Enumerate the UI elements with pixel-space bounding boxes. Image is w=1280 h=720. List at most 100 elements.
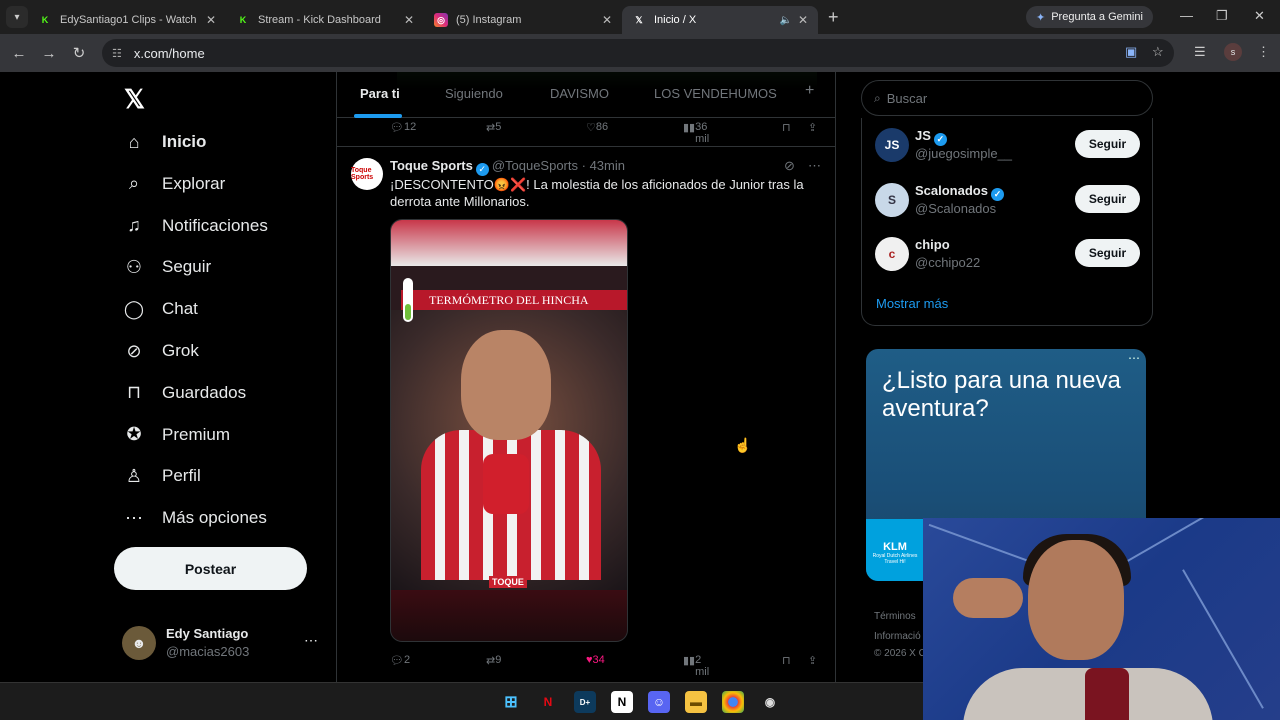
reply-button[interactable]: 💬︎ 2 <box>390 654 410 667</box>
like-button[interactable]: ♡ 86 <box>586 121 608 134</box>
forward-icon[interactable]: → <box>34 45 64 62</box>
follow-button[interactable]: Seguir <box>1075 185 1140 213</box>
repost-button[interactable]: ⇄ 9 <box>486 654 501 667</box>
reply-button[interactable]: 💬︎ 12 <box>390 121 416 134</box>
account-switcher[interactable]: ☻ Edy Santiago @macias2603 ⋯ <box>122 624 332 664</box>
tab-search-button[interactable]: ▾ <box>6 6 28 28</box>
follow-handle: @Scalonados <box>915 201 997 216</box>
new-tab-button[interactable]: + <box>828 7 839 28</box>
views-button[interactable]: ▮▮ 36 mil <box>683 121 709 145</box>
sidebar-item-label: Guardados <box>162 382 247 402</box>
previous-tweet-actions: 💬︎ 12 ⇄ 5 ♡ 86 ▮▮ 36 mil ⊓ ⇪ <box>390 121 820 145</box>
bookmark-icon[interactable]: ⊓ <box>782 654 791 667</box>
sidebar-item-inicio[interactable]: ⌂ Inicio <box>122 122 207 162</box>
tab-los-vendehumos[interactable]: LOS VENDEHUMOS <box>654 86 777 101</box>
tab-davismo[interactable]: DAVISMO <box>550 86 609 101</box>
tab-siguiendo[interactable]: Siguiendo <box>445 86 503 101</box>
media-control-icon[interactable]: ☰ <box>1194 44 1206 60</box>
tweet-handle[interactable]: @ToqueSports <box>492 158 578 173</box>
obs-icon[interactable]: ◉ <box>759 691 781 713</box>
profile-avatar[interactable]: s <box>1224 43 1242 61</box>
browser-tab-x[interactable]: 𝕏 Inicio / X 🔈 ✕ <box>622 6 818 34</box>
search-input[interactable]: ⌕ Buscar <box>861 80 1153 116</box>
more-dots-icon[interactable]: ⋯ <box>808 158 821 174</box>
tweet-time[interactable]: · 43min <box>582 158 625 173</box>
avatar: S <box>875 183 909 217</box>
browser-tab-kick-dashboard[interactable]: K Stream - Kick Dashboard ✕ <box>226 6 424 34</box>
netflix-icon[interactable]: N <box>537 691 559 713</box>
site-info-icon[interactable]: ☷ <box>112 47 122 60</box>
discord-icon[interactable]: ☺ <box>648 691 670 713</box>
sidebar-item-label: Premium <box>162 424 231 444</box>
like-button[interactable]: ♥ 34 <box>586 654 605 666</box>
follow-button[interactable]: Seguir <box>1075 239 1140 267</box>
verified-icon: ✓ <box>475 163 489 176</box>
sidebar-item-seguir[interactable]: ⚇ Seguir <box>122 247 211 287</box>
repost-count: 9 <box>495 654 502 666</box>
bell-icon: ♫ <box>127 215 141 236</box>
info-link[interactable]: Informació <box>874 631 921 642</box>
repost-button[interactable]: ⇄ 5 <box>486 121 501 134</box>
close-window-icon[interactable]: ✕ <box>1254 8 1265 24</box>
restore-icon[interactable]: ❐ <box>1216 8 1228 24</box>
sidebar-item-chat[interactable]: ◯ Chat <box>122 289 198 329</box>
share-icon[interactable]: ⇪ <box>808 654 817 667</box>
reload-icon[interactable]: ↻ <box>64 44 94 62</box>
share-icon[interactable]: ⇪ <box>808 121 817 134</box>
bookmark-star-icon[interactable]: ☆ <box>1152 44 1164 60</box>
follow-suggestion[interactable]: JS JS ✓ @juegosimple__ Seguir <box>875 126 1145 166</box>
follow-button[interactable]: Seguir <box>1075 130 1140 158</box>
terms-link[interactable]: Términos <box>874 611 916 622</box>
speaker-icon[interactable]: 🔈 <box>779 15 791 26</box>
chrome-icon[interactable] <box>722 691 744 713</box>
notion-icon[interactable]: N <box>611 691 633 713</box>
profile-initial: s <box>1230 47 1236 57</box>
close-icon[interactable]: ✕ <box>206 13 216 27</box>
video-person-face <box>461 330 551 440</box>
views-button[interactable]: ▮▮ 2 mil <box>683 654 709 678</box>
sidebar-item-notificaciones[interactable]: ♫ Notificaciones <box>122 206 268 246</box>
add-tab-icon[interactable]: + <box>805 82 814 100</box>
sidebar-item-grok[interactable]: ⊘ Grok <box>122 331 198 371</box>
cast-icon[interactable]: ▣ <box>1125 44 1137 60</box>
video-microphone <box>483 454 529 514</box>
sidebar-item-premium[interactable]: ✪ Premium <box>122 415 230 455</box>
file-explorer-icon[interactable]: ▬ <box>685 691 707 713</box>
sidebar-item-explorar[interactable]: ⌕ Explorar <box>122 164 225 204</box>
grok-explain-icon[interactable]: ⊘ <box>784 158 795 174</box>
gemini-button[interactable]: ✦ Pregunta a Gemini <box>1026 6 1153 28</box>
back-icon[interactable]: ← <box>4 45 34 62</box>
x-icon: 𝕏 <box>635 14 643 25</box>
tab-para-ti[interactable]: Para ti <box>360 86 400 101</box>
address-bar[interactable]: ☷ x.com/home <box>102 39 1174 67</box>
browser-toolbar: ← → ↻ ☷ x.com/home ▣ ☆ ☰ s ⋮ <box>0 34 1280 72</box>
more-dots-icon[interactable]: ⋯ <box>304 632 318 649</box>
tweet-video[interactable]: TERMÓMETRO DEL HINCHA TOQUE <box>390 219 628 642</box>
browser-tab-instagram[interactable]: ◎ (5) Instagram ✕ <box>424 6 622 34</box>
reply-count: 12 <box>403 121 417 133</box>
menu-icon[interactable]: ⋮ <box>1257 44 1270 60</box>
close-icon[interactable]: ✕ <box>798 13 808 27</box>
more-dots-icon[interactable]: ⋯ <box>1128 351 1140 365</box>
chat-icon: ◯ <box>123 298 145 319</box>
close-icon[interactable]: ✕ <box>404 13 414 27</box>
url-text: x.com/home <box>133 45 205 61</box>
sidebar-item-guardados[interactable]: ⊓ Guardados <box>122 373 246 413</box>
show-more-link[interactable]: Mostrar más <box>876 296 948 311</box>
follow-suggestion[interactable]: S Scalonados ✓ @Scalonados Seguir <box>875 181 1145 221</box>
tweet-author[interactable]: Toque Sports <box>390 158 473 173</box>
disney-plus-icon[interactable]: D+ <box>574 691 596 713</box>
x-logo-icon[interactable]: 𝕏 <box>124 84 145 115</box>
sidebar-item-perfil[interactable]: ♙ Perfil <box>122 456 201 496</box>
browser-tab-kick-clips[interactable]: K EdySantiago1 Clips - Watch Live ✕ <box>28 6 226 34</box>
minimize-icon[interactable]: — <box>1180 8 1193 23</box>
follow-handle: @juegosimple__ <box>915 146 1013 161</box>
windows-start-icon[interactable]: ⊞ <box>500 691 522 713</box>
close-icon[interactable]: ✕ <box>602 13 612 27</box>
sidebar-item-m-s-opciones[interactable]: ⋯ Más opciones <box>122 498 267 538</box>
follow-suggestion[interactable]: c chipo @cchipo22 Seguir <box>875 235 1145 275</box>
avatar[interactable]: Toque Sports <box>351 158 383 190</box>
search-placeholder: Buscar <box>886 90 928 106</box>
post-button[interactable]: Postear <box>114 547 307 590</box>
bookmark-icon[interactable]: ⊓ <box>782 121 791 134</box>
